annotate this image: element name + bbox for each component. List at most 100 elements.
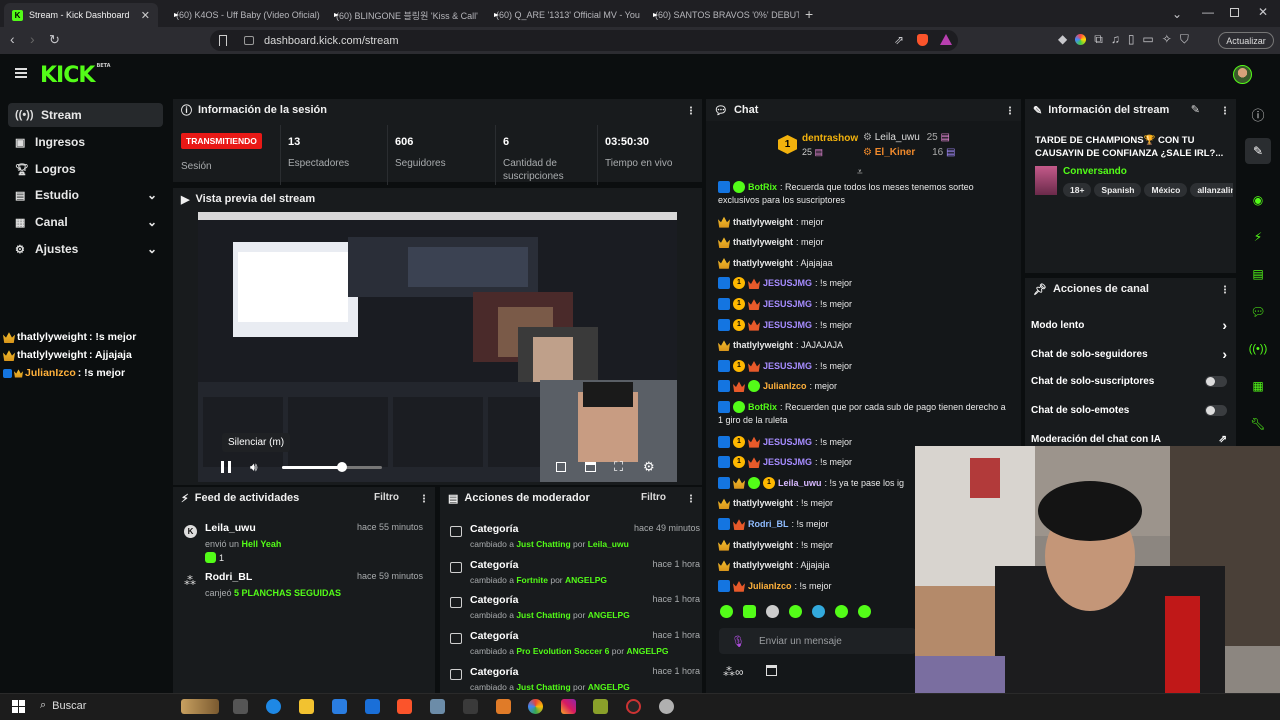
emote-icon[interactable] — [812, 605, 825, 618]
obs-icon[interactable] — [626, 699, 641, 714]
search-highlight-image[interactable] — [181, 699, 219, 714]
chat-username[interactable]: BotRix — [748, 402, 777, 412]
app-icon[interactable] — [463, 699, 478, 714]
tag-chip[interactable]: allanzalin — [1190, 183, 1233, 197]
subscribers-only-row[interactable]: Chat de solo-suscriptores — [1031, 376, 1227, 387]
chat-icon[interactable]: 💬︎ — [1245, 299, 1271, 325]
mod-filter-button[interactable]: Filtro — [641, 492, 666, 503]
sidebar-item-stream[interactable]: ((•)) Stream — [8, 103, 163, 127]
forward-icon[interactable]: › — [30, 32, 35, 46]
minimize-icon[interactable]: — — [1202, 6, 1214, 18]
mic-icon[interactable]: 🎙︎ — [731, 635, 745, 648]
reload-icon[interactable]: ↻ — [49, 33, 60, 46]
vpn-shield-icon[interactable]: ⛉ — [1180, 33, 1189, 45]
wallet-icon[interactable]: ▭ — [1142, 33, 1153, 45]
site-info-icon[interactable] — [244, 36, 254, 45]
emote-icon[interactable] — [743, 605, 756, 618]
emote-icon[interactable] — [835, 605, 848, 618]
chrome-icon[interactable] — [528, 699, 543, 714]
volume-slider[interactable] — [282, 462, 382, 472]
camera-icon[interactable]: ◉ — [1245, 187, 1271, 213]
lightning-icon[interactable]: ⚡︎ — [1245, 224, 1271, 250]
extension-diamond-icon[interactable]: ◆ — [1058, 33, 1067, 45]
kick-logo[interactable]: KICK BETA — [40, 63, 111, 88]
brave-shield-icon[interactable] — [917, 34, 928, 46]
bookmark-icon[interactable] — [219, 35, 227, 46]
emotes-only-toggle[interactable] — [1205, 405, 1227, 416]
task-view-icon[interactable] — [233, 699, 248, 714]
sidebar-item-canal[interactable]: ▦ Canal ⌄ — [8, 210, 163, 234]
broadcast-icon[interactable]: ((•)) — [1245, 336, 1271, 362]
tab-youtube-3[interactable]: (60) Q_ARE '1313' Official MV - You — [482, 3, 640, 27]
chat-username[interactable]: thatlylyweight — [733, 560, 793, 570]
chat-username[interactable]: JESUSJMG — [763, 437, 812, 447]
update-button[interactable]: Actualizar — [1218, 32, 1274, 49]
close-window-icon[interactable]: ✕ — [1258, 6, 1268, 18]
subscribers-only-toggle[interactable] — [1205, 376, 1227, 387]
chat-username[interactable]: thatlylyweight — [733, 498, 793, 508]
chat-username[interactable]: thatlylyweight — [733, 340, 793, 350]
tab-youtube-1[interactable]: (60) K4OS - Uff Baby (Video Oficial) — [162, 3, 320, 27]
app-circle-icon[interactable] — [659, 699, 674, 714]
tag-chip[interactable]: 18+ — [1063, 183, 1092, 197]
chat-username[interactable]: JulianIzco — [748, 581, 792, 591]
tag-chip[interactable]: Spanish — [1094, 183, 1142, 197]
category-thumbnail[interactable] — [1035, 166, 1057, 195]
tag-chip[interactable]: México — [1144, 183, 1188, 197]
more-options-icon[interactable] — [690, 494, 692, 503]
instagram-icon[interactable] — [561, 699, 576, 714]
slow-mode-row[interactable]: Modo lento › — [1031, 317, 1227, 333]
url-field[interactable]: dashboard.kick.com/stream — [210, 30, 958, 51]
emote-icon[interactable] — [858, 605, 871, 618]
chat-input[interactable]: 🎙︎ Enviar un mensaje — [719, 628, 916, 654]
volume-icon[interactable]: 🔊︎ — [250, 460, 258, 475]
more-options-icon[interactable] — [423, 494, 425, 503]
leo-ai-icon[interactable]: ✧ — [1162, 33, 1172, 45]
pause-icon[interactable] — [221, 461, 231, 473]
mail-icon[interactable] — [365, 699, 380, 714]
chat-username[interactable]: JESUSJMG — [763, 361, 812, 371]
tab-youtube-2[interactable]: (60) BLINGONE 블링원 'Kiss & Call' — [322, 3, 480, 27]
leader-user[interactable]: Leila_uwu — [875, 132, 920, 143]
emotes-only-row[interactable]: Chat de solo-emotes — [1031, 405, 1227, 416]
notes-icon[interactable] — [593, 699, 608, 714]
chat-username[interactable]: Leila_uwu — [778, 478, 822, 488]
settings-icon[interactable]: ⚙ — [643, 459, 655, 475]
top-gifter-user[interactable]: dentrashow — [802, 133, 858, 144]
theater-mode-icon[interactable] — [585, 462, 596, 472]
photos-icon[interactable] — [430, 699, 445, 714]
chat-username[interactable]: thatlylyweight — [733, 540, 793, 550]
emote-icon[interactable] — [766, 605, 779, 618]
sidebar-item-ingresos[interactable]: ▣ Ingresos — [8, 130, 163, 154]
more-options-icon[interactable] — [1009, 106, 1011, 115]
brave-icon[interactable] — [397, 699, 412, 714]
chat-username[interactable]: Rodri_BL — [748, 519, 789, 529]
tab-kick-dashboard[interactable]: K Stream - Kick Dashboard ✕ — [4, 3, 158, 27]
more-options-icon[interactable] — [1224, 106, 1226, 115]
user-avatar[interactable] — [1233, 65, 1252, 84]
close-tab-icon[interactable]: ✕ — [141, 9, 150, 22]
stream-category[interactable]: Conversando — [1063, 166, 1127, 177]
taskbar-search[interactable]: ⌕ Buscar — [40, 699, 86, 712]
store-icon[interactable] — [332, 699, 347, 714]
windows-start-icon[interactable] — [12, 700, 25, 713]
tab-youtube-4[interactable]: (60) SANTOS BRAVOS '0%' DEBUT V — [641, 3, 799, 27]
tab-search-chevron-icon[interactable]: ⌄ — [1172, 8, 1182, 20]
chat-username[interactable]: BotRix — [748, 182, 777, 192]
info-icon[interactable]: ⓘ — [1245, 101, 1271, 127]
media-music-icon[interactable]: ♫ — [1111, 33, 1120, 45]
leader-user[interactable]: El_Kiner — [875, 147, 916, 158]
edit-icon[interactable]: ✎ — [1245, 138, 1271, 164]
wrench-icon[interactable]: 🔧︎ — [1245, 411, 1271, 437]
files-icon[interactable] — [496, 699, 511, 714]
ai-moderation-row[interactable]: Moderación del chat con IA ⇗ — [1031, 434, 1227, 445]
menu-hamburger-icon[interactable] — [15, 68, 27, 78]
clipboard-icon[interactable]: ▤ — [1245, 261, 1271, 287]
edit-stream-info-icon[interactable]: ✎ — [1191, 103, 1200, 116]
chat-username[interactable]: JulianIzco — [763, 381, 807, 391]
emote-icon[interactable] — [789, 605, 802, 618]
chat-username[interactable]: JESUSJMG — [763, 320, 812, 330]
brave-rewards-icon[interactable] — [940, 34, 952, 45]
sidebar-item-logros[interactable]: 🏆︎ Logros — [8, 157, 163, 181]
maximize-icon[interactable] — [1230, 8, 1239, 17]
